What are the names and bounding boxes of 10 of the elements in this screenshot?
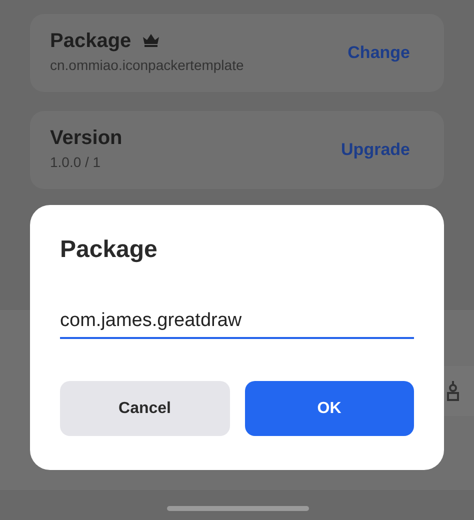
node-icon xyxy=(444,379,460,403)
setting-title: Package xyxy=(50,30,132,50)
dialog-title: Package xyxy=(60,235,158,265)
crown-icon xyxy=(143,34,160,47)
setting-title: Version xyxy=(50,128,122,148)
setting-value: 1.0.0 / 1 xyxy=(50,152,102,172)
input-field[interactable]: com.james.greatdraw xyxy=(60,305,414,339)
cancel-button[interactable]: Cancel xyxy=(60,381,230,436)
ok-button[interactable]: OK xyxy=(244,381,414,436)
setting-value: cn.ommiao.iconpackertemplate xyxy=(50,56,244,75)
